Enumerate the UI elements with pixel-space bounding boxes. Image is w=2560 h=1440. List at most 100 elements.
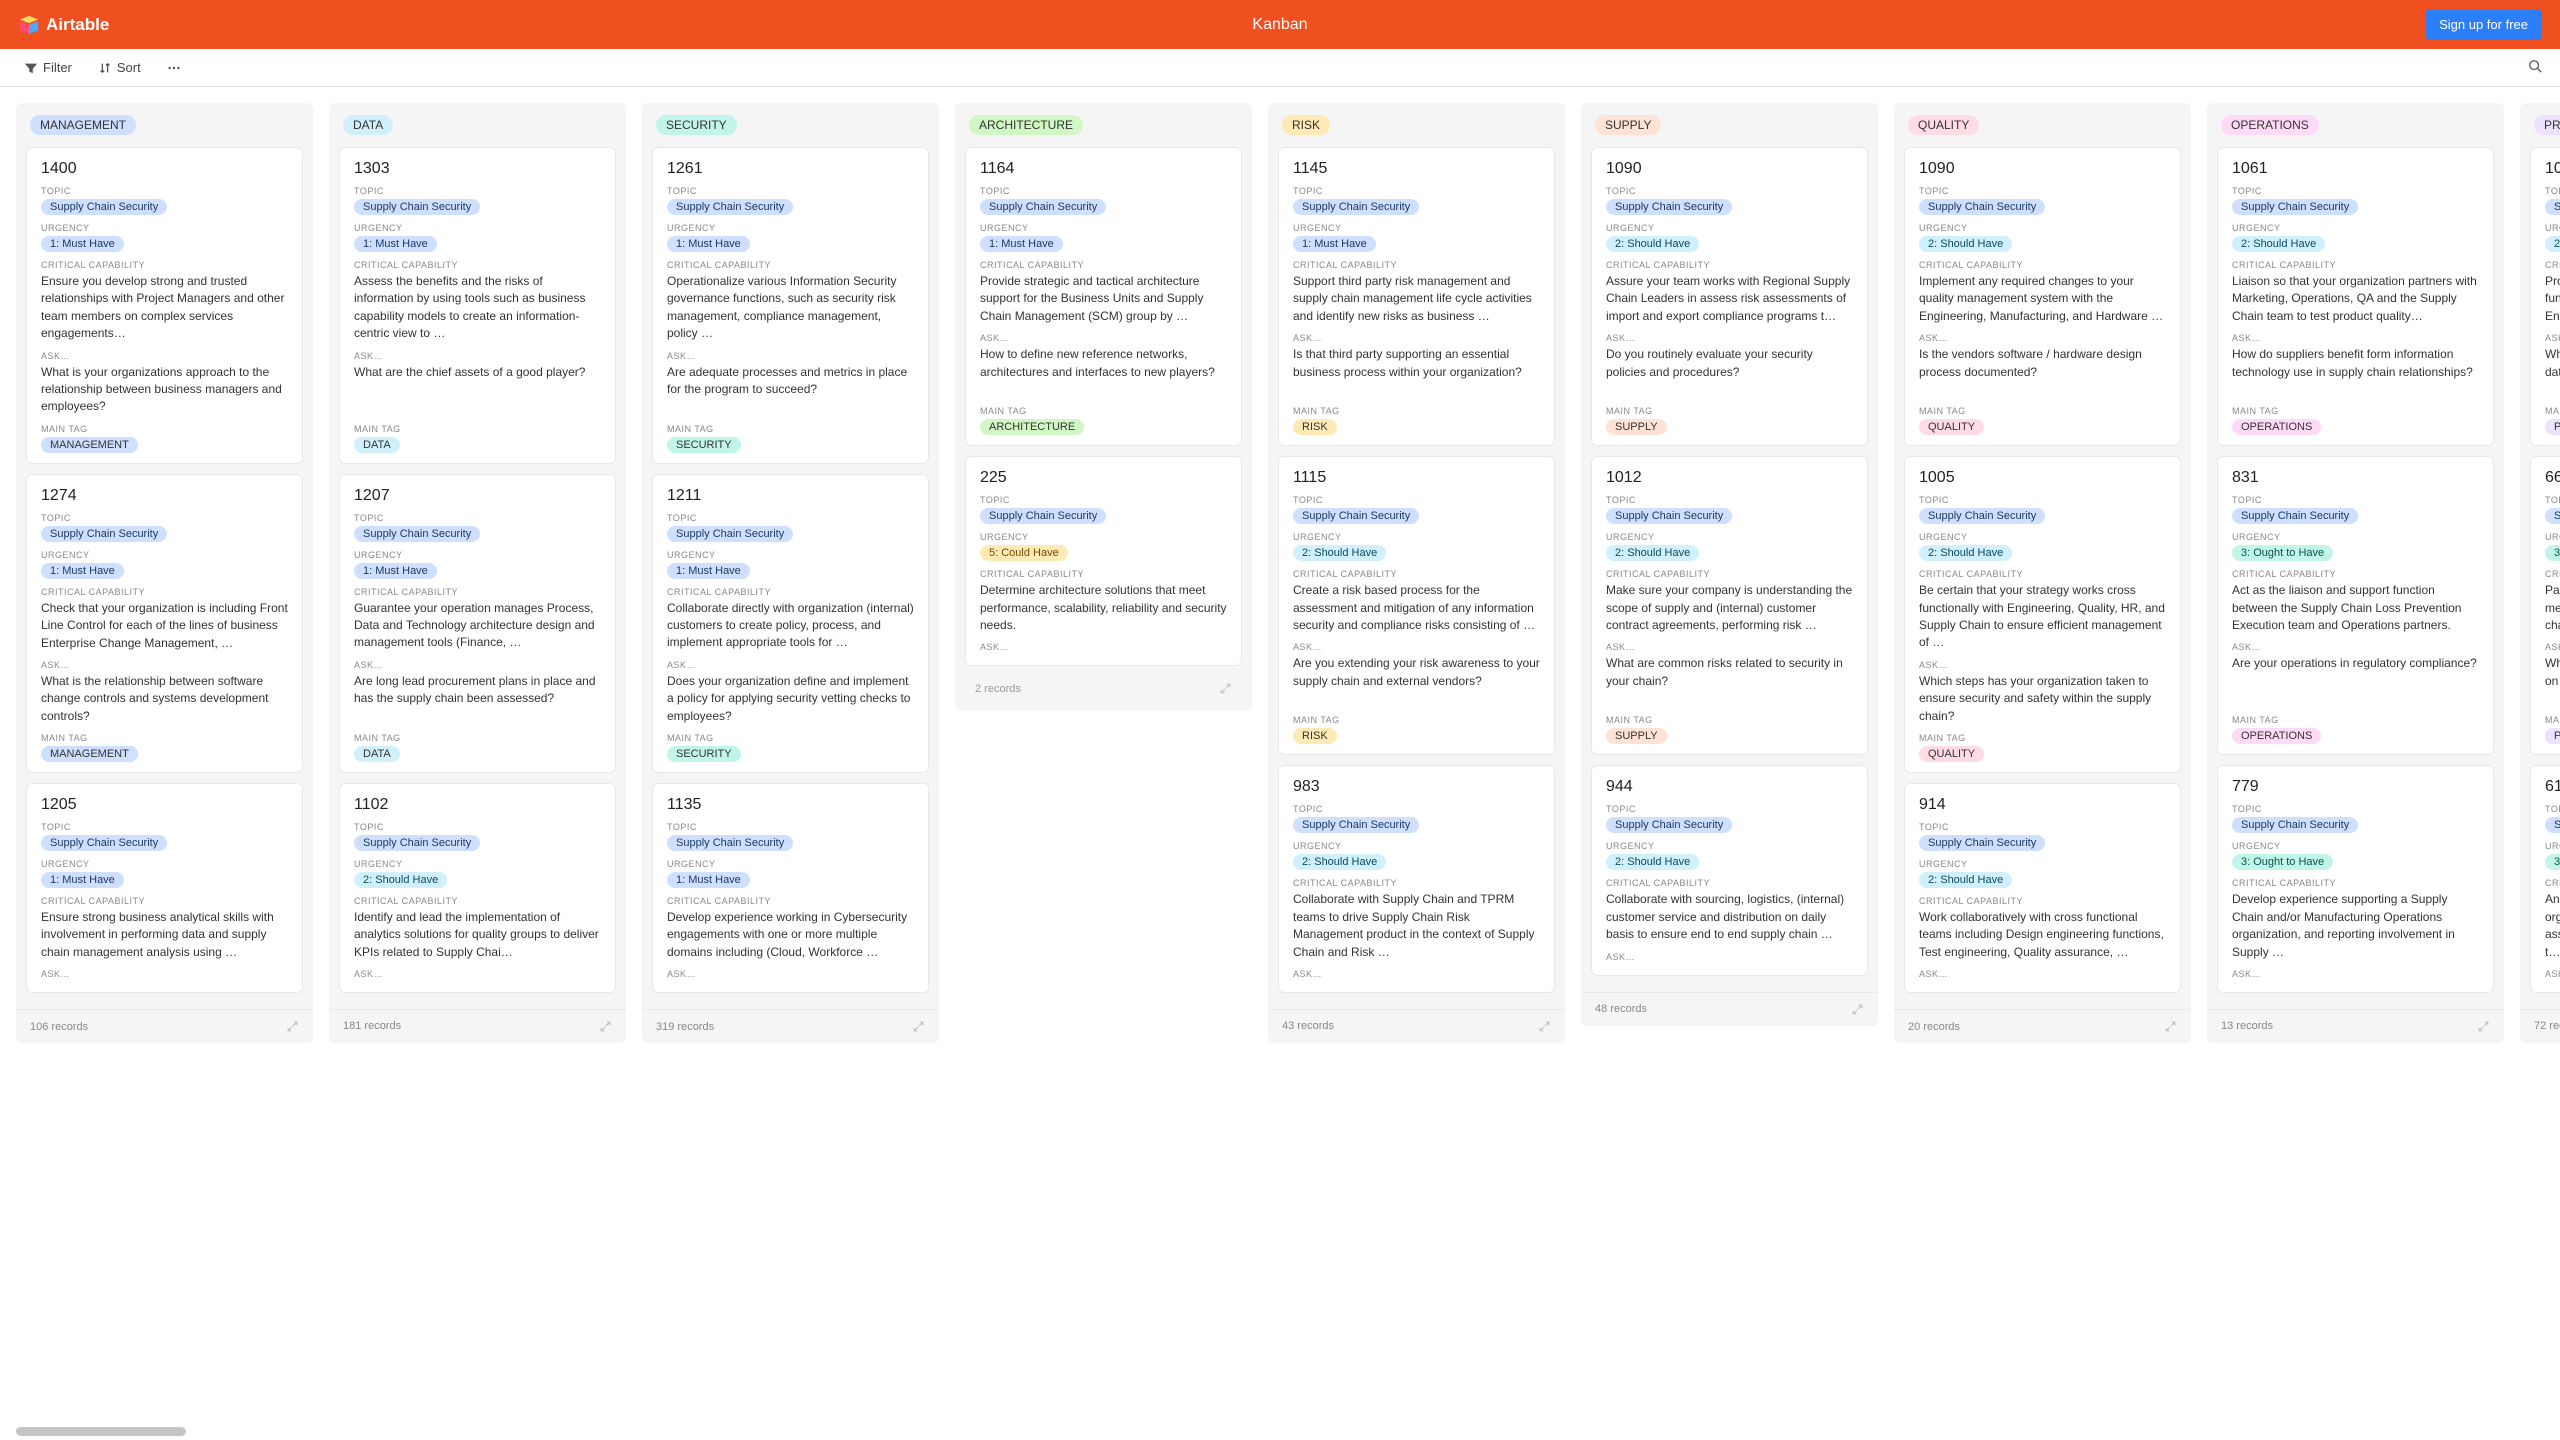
topic-pill: Supply Chain Security: [41, 835, 167, 851]
kanban-card[interactable]: 779 TOPIC Supply Chain Security URGENCY …: [2217, 765, 2494, 993]
field-label-urgency: URGENCY: [2545, 223, 2560, 233]
kanban-card[interactable]: 661 TOPIC Supply Chain Security URGENCY …: [2530, 456, 2560, 755]
stack-body[interactable]: 1164 TOPIC Supply Chain Security URGENCY…: [955, 139, 1252, 711]
main-tag-pill: DATA: [354, 746, 400, 762]
kanban-card[interactable]: 1145 TOPIC Supply Chain Security URGENCY…: [1278, 147, 1555, 446]
signup-button[interactable]: Sign up for free: [2425, 9, 2542, 40]
kanban-card[interactable]: 1164 TOPIC Supply Chain Security URGENCY…: [965, 147, 1242, 446]
kanban-card[interactable]: 1115 TOPIC Supply Chain Security URGENCY…: [1278, 456, 1555, 755]
stack-body[interactable]: 1145 TOPIC Supply Chain Security URGENCY…: [1268, 139, 1565, 1009]
expand-icon[interactable]: [2477, 1020, 2490, 1033]
stack-body[interactable]: 1261 TOPIC Supply Chain Security URGENCY…: [642, 139, 939, 1009]
kanban-card[interactable]: 1005 TOPIC Supply Chain Security URGENCY…: [1904, 456, 2181, 773]
stack-body[interactable]: 1090 TOPIC Supply Chain Security URGENCY…: [1581, 139, 1878, 992]
stack-body[interactable]: 1061 TOPIC Supply Chain Security URGENCY…: [2207, 139, 2504, 1009]
ask-text: When should system design to help improv…: [2545, 346, 2560, 398]
airtable-icon: [18, 14, 40, 36]
search-button[interactable]: [2528, 59, 2542, 76]
expand-icon[interactable]: [599, 1020, 612, 1033]
main-tag-pill: MANAGEMENT: [41, 437, 138, 453]
critical-capability-text: Determine architecture solutions that me…: [980, 582, 1227, 634]
kanban-card[interactable]: 831 TOPIC Supply Chain Security URGENCY …: [2217, 456, 2494, 755]
field-label-ask: ASK…: [41, 351, 288, 361]
urgency-pill: 3: Ought to Have: [2232, 545, 2333, 561]
stack-body[interactable]: 1090 TOPIC Supply Chain Security URGENCY…: [1894, 139, 2191, 1009]
stack-body[interactable]: 1400 TOPIC Supply Chain Security URGENCY…: [16, 139, 313, 1009]
records-count: 20 records: [1908, 1021, 1960, 1033]
kanban-stack: QUALITY 1090 TOPIC Supply Chain Security…: [1894, 103, 2191, 1043]
stack-body[interactable]: 1303 TOPIC Supply Chain Security URGENCY…: [329, 139, 626, 1009]
field-label-topic: TOPIC: [667, 822, 914, 832]
stack-footer: 106 records: [16, 1009, 313, 1043]
main-tag-pill: RISK: [1293, 419, 1337, 435]
stack-title-pill[interactable]: PROJECT: [2534, 115, 2560, 135]
filter-label: Filter: [43, 60, 72, 75]
stack-header: MANAGEMENT: [16, 103, 313, 139]
expand-icon[interactable]: [2164, 1020, 2177, 1033]
field-label-ask: ASK…: [1919, 333, 2166, 343]
kanban-card[interactable]: 1211 TOPIC Supply Chain Security URGENCY…: [652, 474, 929, 773]
kanban-card[interactable]: 1135 TOPIC Supply Chain Security URGENCY…: [652, 783, 929, 993]
kanban-card[interactable]: 225 TOPIC Supply Chain Security URGENCY …: [965, 456, 1242, 666]
stack-title-pill[interactable]: SUPPLY: [1595, 115, 1661, 135]
records-count: 106 records: [30, 1021, 88, 1033]
stack-title-pill[interactable]: MANAGEMENT: [30, 115, 136, 135]
field-label-urgency: URGENCY: [1919, 532, 2166, 542]
stack-title-pill[interactable]: DATA: [343, 115, 393, 135]
stack-header: PROJECT: [2520, 103, 2560, 139]
expand-icon[interactable]: [286, 1020, 299, 1033]
kanban-card[interactable]: 914 TOPIC Supply Chain Security URGENCY …: [1904, 783, 2181, 993]
expand-icon[interactable]: [1851, 1003, 1864, 1016]
kanban-card[interactable]: 1205 TOPIC Supply Chain Security URGENCY…: [26, 783, 303, 993]
field-label-critical: CRITICAL CAPABILITY: [2232, 569, 2479, 579]
kanban-card[interactable]: 1207 TOPIC Supply Chain Security URGENCY…: [339, 474, 616, 773]
horizontal-scrollbar[interactable]: [16, 1427, 186, 1436]
field-label-topic: TOPIC: [2545, 495, 2560, 505]
more-button[interactable]: [161, 57, 187, 79]
brand-logo[interactable]: Airtable: [18, 14, 109, 36]
critical-capability-text: Collaborate with sourcing, logistics, (i…: [1606, 891, 1853, 943]
kanban-card[interactable]: 1400 TOPIC Supply Chain Security URGENCY…: [26, 147, 303, 464]
filter-button[interactable]: Filter: [18, 56, 78, 79]
critical-capability-text: Assure your team works with Regional Sup…: [1606, 273, 1853, 325]
kanban-card[interactable]: 983 TOPIC Supply Chain Security URGENCY …: [1278, 765, 1555, 993]
kanban-stack: RISK 1145 TOPIC Supply Chain Security UR…: [1268, 103, 1565, 1043]
stack-title-pill[interactable]: ARCHITECTURE: [969, 115, 1083, 135]
kanban-card[interactable]: 1012 TOPIC Supply Chain Security URGENCY…: [1591, 456, 1868, 755]
stack-title-pill[interactable]: OPERATIONS: [2221, 115, 2319, 135]
stack-title-pill[interactable]: SECURITY: [656, 115, 737, 135]
kanban-card[interactable]: 1102 TOPIC Supply Chain Security URGENCY…: [339, 783, 616, 993]
topic-pill: Supply Chain Security: [1919, 199, 2045, 215]
stack-body[interactable]: 1053 TOPIC Supply Chain Security URGENCY…: [2520, 139, 2560, 1009]
field-label-maintag: MAIN TAG: [354, 424, 601, 434]
kanban-board[interactable]: MANAGEMENT 1400 TOPIC Supply Chain Secur…: [0, 87, 2560, 1440]
kanban-card[interactable]: 1061 TOPIC Supply Chain Security URGENCY…: [2217, 147, 2494, 446]
kanban-card[interactable]: 1090 TOPIC Supply Chain Security URGENCY…: [1591, 147, 1868, 446]
ask-text: Do you routinely evaluate your security …: [1606, 346, 1853, 398]
sort-button[interactable]: Sort: [92, 56, 147, 79]
field-label-urgency: URGENCY: [667, 550, 914, 560]
expand-icon[interactable]: [912, 1020, 925, 1033]
urgency-pill: 3: Ought to Have: [2232, 854, 2333, 870]
critical-capability-text: Act as the liaison and support function …: [2232, 582, 2479, 634]
kanban-card[interactable]: 1303 TOPIC Supply Chain Security URGENCY…: [339, 147, 616, 464]
stack-title-pill[interactable]: RISK: [1282, 115, 1330, 135]
kanban-card[interactable]: 1090 TOPIC Supply Chain Security URGENCY…: [1904, 147, 2181, 446]
kanban-card[interactable]: 1053 TOPIC Supply Chain Security URGENCY…: [2530, 147, 2560, 446]
stack-title-pill[interactable]: QUALITY: [1908, 115, 1979, 135]
kanban-card[interactable]: 1274 TOPIC Supply Chain Security URGENCY…: [26, 474, 303, 773]
ask-text: What is your organizations approach to t…: [41, 364, 288, 416]
kanban-card[interactable]: 944 TOPIC Supply Chain Security URGENCY …: [1591, 765, 1868, 975]
kanban-card[interactable]: 613 TOPIC Supply Chain Security URGENCY …: [2530, 765, 2560, 993]
field-label-ask: ASK…: [1293, 333, 1540, 343]
expand-icon[interactable]: [1219, 682, 1232, 695]
field-label-critical: CRITICAL CAPABILITY: [2545, 260, 2560, 270]
critical-capability-text: Assess the benefits and the risks of inf…: [354, 273, 601, 343]
topic-pill: Supply Chain Security: [667, 526, 793, 542]
field-label-ask: ASK…: [980, 333, 1227, 343]
urgency-pill: 2: Should Have: [1606, 854, 1699, 870]
urgency-pill: 2: Should Have: [2232, 236, 2325, 252]
kanban-card[interactable]: 1261 TOPIC Supply Chain Security URGENCY…: [652, 147, 929, 464]
expand-icon[interactable]: [1538, 1020, 1551, 1033]
field-label-ask: ASK…: [2545, 642, 2560, 652]
